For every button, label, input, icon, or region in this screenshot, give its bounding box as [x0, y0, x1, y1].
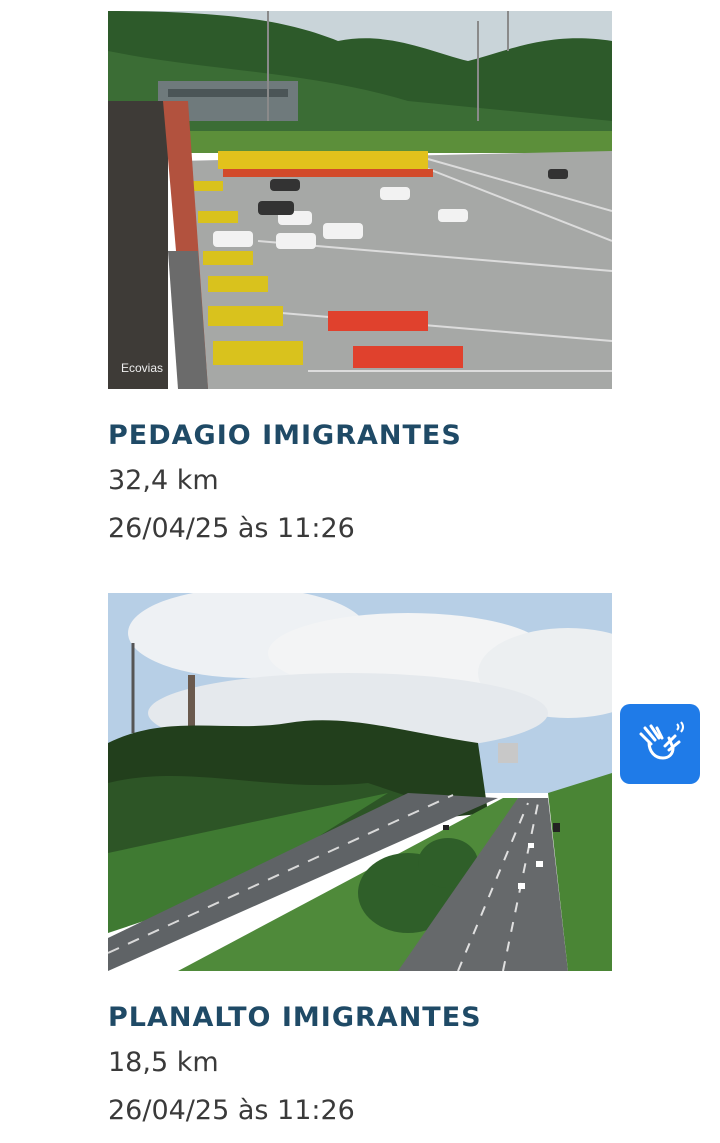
camera-title: PEDAGIO IMIGRANTES [108, 420, 462, 451]
sign-language-hands-icon [635, 720, 685, 768]
camera-distance: 32,4 km [108, 465, 219, 496]
camera-timestamp: 26/04/25 às 11:26 [108, 513, 355, 544]
camera-distance: 18,5 km [108, 1047, 219, 1078]
sign-language-button[interactable] [620, 704, 700, 784]
camera-image-toll-plaza[interactable]: Ecovias [108, 11, 612, 389]
camera-timestamp: 26/04/25 às 11:26 [108, 1095, 355, 1126]
camera-card[interactable]: PLANALTO IMIGRANTES 18,5 km 26/04/25 às … [108, 593, 612, 1126]
camera-watermark: Ecovias [121, 361, 164, 375]
camera-image-highway[interactable] [108, 593, 612, 971]
camera-title: PLANALTO IMIGRANTES [108, 1002, 482, 1033]
camera-card[interactable]: Ecovias PEDAGIO IMIGRANTES 32,4 km 26/04… [108, 11, 612, 544]
